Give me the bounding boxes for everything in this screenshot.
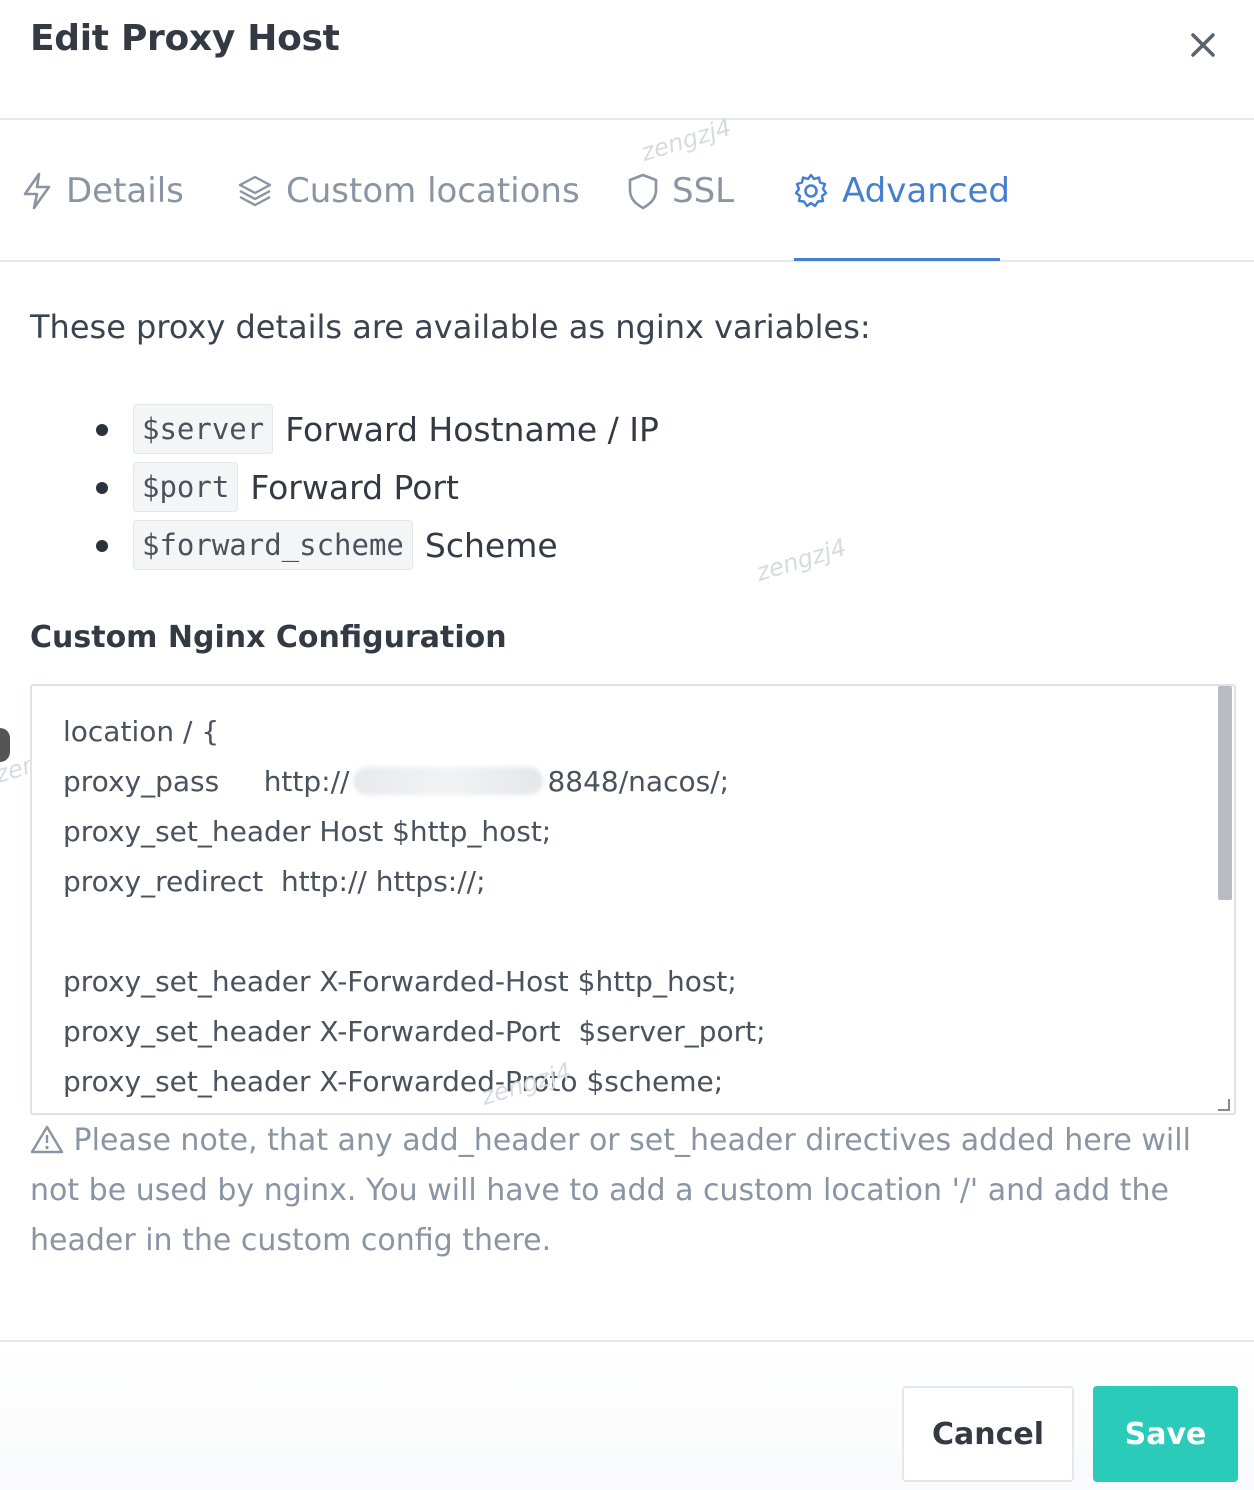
note-text: Please note, that any add_header or set_… xyxy=(30,1123,1191,1258)
edge-handle xyxy=(0,728,10,762)
variables-intro: These proxy details are available as ngi… xyxy=(30,308,871,346)
warning-icon xyxy=(30,1125,64,1154)
modal-header: Edit Proxy Host xyxy=(0,0,1254,120)
variable-code: $forward_scheme xyxy=(133,520,413,570)
code-line: proxy_set_header X-Forwarded-Port $serve… xyxy=(63,1014,766,1048)
lightning-icon xyxy=(23,172,51,210)
bullet xyxy=(96,424,108,436)
tab-advanced[interactable]: Advanced xyxy=(792,166,1010,216)
proxy-pass-prefix: proxy_pass http:// xyxy=(63,764,350,798)
save-button[interactable]: Save xyxy=(1093,1386,1238,1482)
nginx-config-textarea[interactable]: location / { proxy_pass http:// 8848/naco… xyxy=(30,684,1236,1115)
tab-ssl-label: SSL xyxy=(672,171,735,211)
variables-list: $server Forward Hostname / IP $port Forw… xyxy=(90,400,659,574)
active-tab-indicator xyxy=(794,258,1000,261)
config-label: Custom Nginx Configuration xyxy=(30,620,507,655)
code-line: location / { xyxy=(63,714,220,748)
proxy-pass-suffix: 8848/nacos/; xyxy=(547,764,730,798)
redacted-host xyxy=(353,767,544,795)
cancel-button[interactable]: Cancel xyxy=(902,1386,1074,1482)
tab-advanced-label: Advanced xyxy=(842,171,1010,211)
resize-handle[interactable] xyxy=(1218,1099,1230,1111)
layers-icon xyxy=(238,175,272,207)
list-item: $forward_scheme Scheme xyxy=(90,516,659,574)
tab-bar: Details Custom locations SSL Advanced xyxy=(0,120,1254,262)
watermark: zengzj4 xyxy=(752,533,850,587)
variable-description: Forward Hostname / IP xyxy=(285,409,659,449)
code-line: proxy_pass http:// 8848/nacos/; xyxy=(63,756,766,806)
tab-details-label: Details xyxy=(66,171,184,211)
shield-icon xyxy=(628,173,658,210)
bullet xyxy=(96,540,108,552)
list-item: $server Forward Hostname / IP xyxy=(90,400,659,458)
modal-title: Edit Proxy Host xyxy=(30,18,340,59)
scrollbar[interactable] xyxy=(1218,686,1232,900)
code-line: proxy_set_header X-Forwarded-Host $http_… xyxy=(63,964,737,998)
tab-custom-locations[interactable]: Custom locations xyxy=(236,166,580,216)
gear-icon xyxy=(794,173,828,208)
bullet xyxy=(96,482,108,494)
tab-custom-locations-label: Custom locations xyxy=(286,171,580,211)
modal-footer: Cancel Save xyxy=(0,1340,1254,1490)
code-line: proxy_redirect http:// https://; xyxy=(63,864,486,898)
variable-code: $server xyxy=(133,404,274,454)
config-code: location / { proxy_pass http:// 8848/naco… xyxy=(63,706,766,1106)
variable-description: Forward Port xyxy=(250,467,459,507)
variable-code: $port xyxy=(133,462,239,512)
code-line: proxy_set_header X-Forwarded-Proto $sche… xyxy=(63,1064,724,1098)
list-item: $port Forward Port xyxy=(90,458,659,516)
variable-description: Scheme xyxy=(424,525,558,565)
tab-ssl[interactable]: SSL xyxy=(626,166,734,216)
close-icon[interactable] xyxy=(1180,22,1226,68)
config-note: Please note, that any add_header or set_… xyxy=(30,1116,1230,1266)
code-line: proxy_set_header Host $http_host; xyxy=(63,814,552,848)
tab-details[interactable]: Details xyxy=(20,166,184,216)
